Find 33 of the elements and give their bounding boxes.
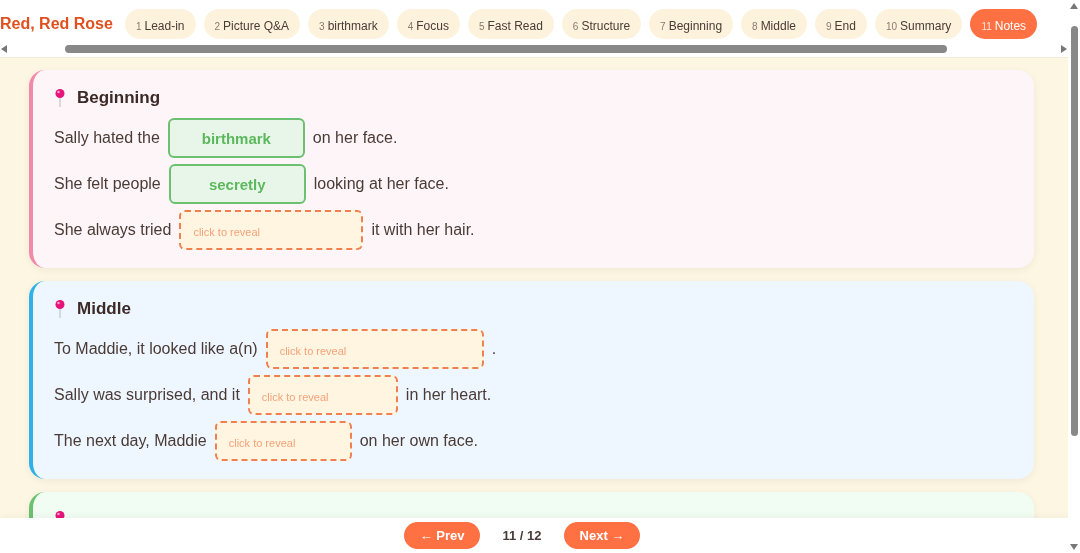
sentence-text: looking at her face. [313,174,449,194]
scroll-up-icon[interactable] [1070,3,1078,9]
pushpin-icon [54,299,66,319]
scroll-left-icon[interactable] [1,45,7,53]
nav-tab[interactable]: 1 Lead-in [124,9,196,39]
sentence-text: on her face. [312,128,398,148]
sentence-text: To Maddie, it looked like a(n) [54,339,258,359]
scrollbar-thumb[interactable] [65,45,947,53]
nav-tab[interactable]: 9 End [815,9,867,39]
nav-tab[interactable]: 4 Focus [396,9,460,39]
scrollbar-thumb[interactable] [1070,26,1078,436]
sentence-text: She felt people [54,174,161,194]
app-title: Red, Red Rose [0,14,113,34]
nav-tab[interactable]: 3 birthmark [308,9,389,39]
nav-tab[interactable]: 2 Picture Q&A [203,9,301,39]
nav-tab[interactable]: 7 Beginning [649,9,734,39]
nav-tab[interactable]: 5 Fast Read [467,9,554,39]
sentence-text: in her heart. [405,385,492,405]
sentence-text: The next day, Maddie [54,431,207,451]
nav-tab[interactable]: 6 Structure [561,9,642,39]
pushpin-icon [54,88,66,108]
nav-tab[interactable]: 10 Summary [874,9,963,39]
sentence-text: on her own face. [359,431,478,451]
nav-tab[interactable]: 8 Middle [741,9,807,39]
scroll-down-icon[interactable] [1070,544,1078,550]
sentence-text: She always tried [54,220,172,240]
sentence-text: Sally hated the [54,128,160,148]
page-counter: 11 / 12 [502,526,542,545]
sentence-text: it with her hair. [371,220,475,240]
sentence-text: . [491,339,497,359]
section-heading: Beginning [77,87,161,110]
sentence-text: Sally was surprised, and it [54,385,240,405]
section-heading: Middle [77,298,131,321]
